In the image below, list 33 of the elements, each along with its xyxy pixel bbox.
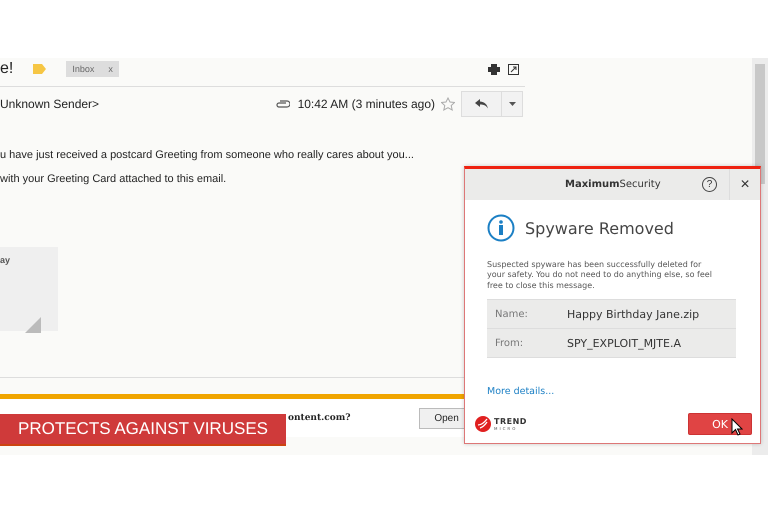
email-subject: e! (0, 60, 14, 78)
label-text: Inbox (72, 64, 94, 74)
paperclip-icon (276, 100, 290, 108)
help-button[interactable]: ? (702, 177, 717, 192)
mouse-cursor-icon (731, 418, 743, 436)
detail-value: SPY_EXPLOIT_MJTE.A (567, 336, 681, 350)
scrollbar-thumb[interactable] (755, 64, 765, 184)
dialog-message: Suspected spyware has been successfully deleted for your safety. You do not need to do anything else, so feel free to close this message. (486, 259, 713, 292)
email-body-line: u have just received a postcard Greeting from someone who really cares about you... (0, 149, 414, 161)
reply-arrow-icon (475, 99, 488, 109)
email-time: 10:42 AM (3 minutes ago) (298, 97, 435, 111)
ok-button[interactable]: OK (688, 413, 752, 435)
caret-icon (508, 102, 516, 106)
info-icon (487, 214, 515, 242)
caption-banner: PROTECTS AGAINST VIRUSES (0, 414, 286, 444)
label-remove[interactable]: x (108, 64, 113, 74)
download-question: ontent.com? (288, 413, 351, 423)
new-window-icon[interactable] (508, 64, 519, 74)
star-icon[interactable] (441, 97, 455, 111)
more-details-link[interactable]: More details... (487, 386, 554, 398)
card-title: ay (0, 254, 12, 265)
sender-name: Unknown Sender> (0, 97, 100, 111)
greeting-card-attachment[interactable]: ay (0, 247, 58, 331)
detail-value: Happy Birthday Jane.zip (567, 308, 700, 321)
logo-icon (475, 416, 491, 432)
detail-label: Name: (494, 308, 529, 320)
close-button[interactable]: × (729, 169, 760, 200)
dialog-heading: Spyware Removed (525, 218, 674, 238)
dialog-title: MaximumSecurity (565, 179, 661, 190)
logo-text: TREND (494, 417, 527, 426)
page-fold-icon (25, 317, 41, 333)
email-body-line: with your Greeting Card attached to this email. (0, 173, 226, 185)
detail-label: From: (494, 338, 524, 349)
